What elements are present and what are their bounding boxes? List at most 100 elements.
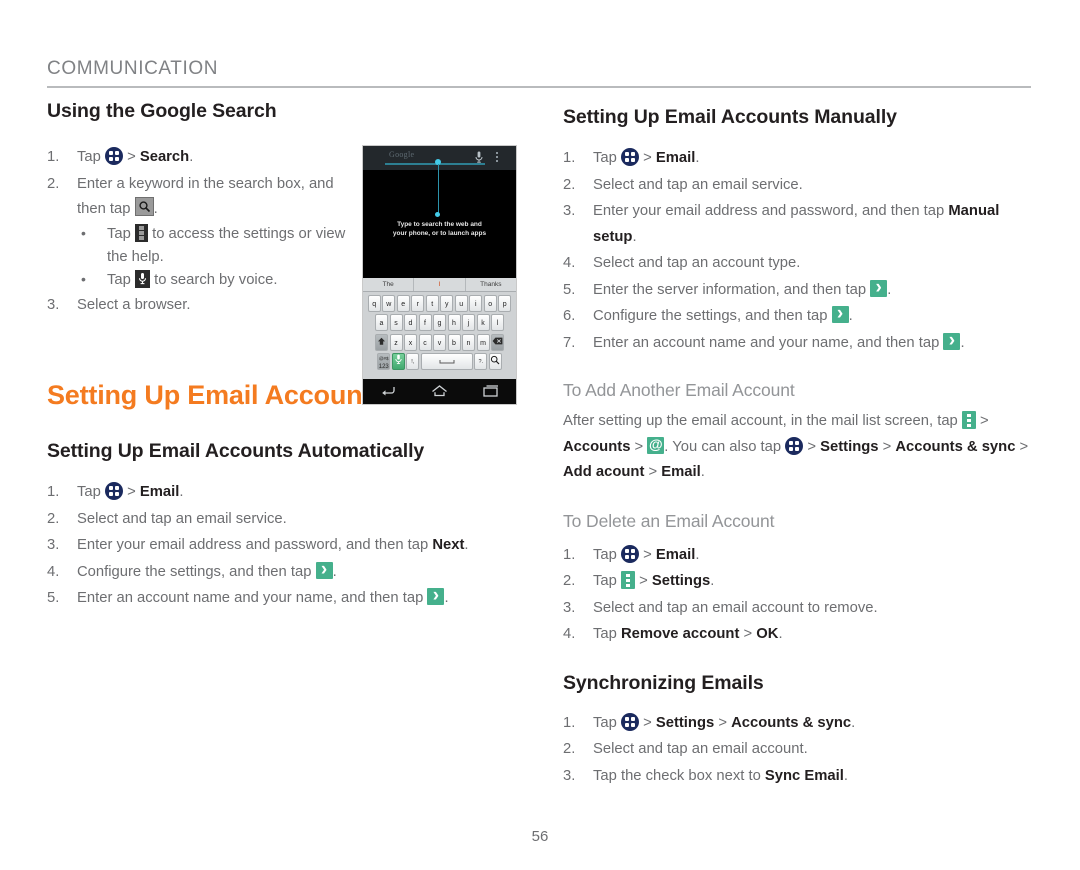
step-text: Select and tap an email account to remov… [593,599,878,616]
step-text: Tap [77,149,105,165]
section-title-email-manual: Setting Up Email Accounts Manually [563,106,897,128]
step-tail: . [848,308,853,324]
list-item: 5. Enter an account name and your name, … [47,583,527,612]
step-number: 2. [563,741,576,757]
step-text: Select and tap an account type. [593,255,801,271]
space-key [420,353,473,370]
phone-cursor-dot-bottom [435,212,440,217]
step-number: 7. [563,334,576,351]
shift-key [375,333,388,351]
step-text: Tap [593,626,621,642]
step-text: Tap [77,484,105,500]
list-item: 1. Tap > Email. [47,480,527,506]
list-item: 4. Select and tap an account type. [563,251,1033,277]
paragraph-add-another-account: After setting up the email account, in t… [563,409,1033,486]
step-tail: . [153,201,158,217]
list-item: 3. Tap the check box next to Sync Email. [563,764,1033,790]
key: b [447,333,461,351]
step-bold-sync-email: Sync Email [764,767,844,784]
suggestion-item: Thanks [480,281,502,288]
step-bold-label: Search [139,149,190,165]
step-text: Tap the check box next to [593,767,765,784]
key: t [425,294,439,312]
next-arrow-icon [943,328,961,353]
period-key: ?. [474,353,488,370]
step-text: Enter your email address and password, a… [77,537,433,553]
list-item: 7. Enter an account name and your name, … [563,328,1033,357]
phone-hint-line-1: Type to search the web and [397,221,482,228]
step-tail: . [695,546,700,563]
step-number: 3. [563,203,576,219]
key: r [411,294,425,312]
list-item: 1. Tap > Search. [47,145,347,171]
paragraph-tail: . [700,464,705,480]
step-tail: . [843,767,849,784]
paragraph-separator-4: > [878,438,896,455]
manual-page: COMMUNICATION Using the Google Search 1.… [0,0,1080,870]
step-text: Configure the settings, and then tap [593,308,832,324]
step-tail: . [632,228,637,245]
list-item: 3. Enter your email address and password… [563,199,1033,250]
paragraph-bold-add-account: Add acount [563,464,645,480]
steps-email-automatic: 1. Tap > Email. 2. Select and tap an ema… [47,480,527,612]
numeric-key-symbols: @#$ [378,356,389,361]
right-column: Setting Up Email Accounts Manually 1. Ta… [563,100,1033,790]
list-item: 6. Configure the settings, and then tap … [563,301,1033,330]
step-tail: . [887,281,892,298]
list-item: 2. Tap > Settings. [563,569,1033,595]
list-item: 3. Select and tap an email account to re… [563,596,1033,622]
step-number: 6. [563,308,576,324]
bullet-dot: • [81,224,86,241]
phone-hint-text: Type to search the web and your phone, o… [363,220,516,238]
keyboard-row-2: a s d f g h j k l [363,314,516,331]
step-number: 1. [563,150,576,166]
step-number: 4. [563,255,576,271]
step-tail: . [695,150,700,166]
bullet-dot: • [81,270,86,287]
numeric-key: @#$ 123 [377,353,391,370]
next-arrow-icon [870,275,888,300]
section-title-synchronizing-emails: Synchronizing Emails [563,671,764,694]
list-item: 1. Tap > Email. [563,543,1033,569]
step-number: 2. [47,510,60,527]
step-number: 5. [563,281,576,298]
key: u [454,294,468,312]
step-bold-remove-account: Remove account [620,626,740,642]
phone-voice-search-icon [475,151,483,166]
step-tail: . [464,537,469,553]
step-number: 1. [563,546,576,563]
voice-input-key [391,353,405,370]
steps-synchronizing-emails: 1. Tap > Settings > Accounts & sync. 2. … [563,711,1033,790]
step-number: 1. [47,149,60,165]
key: l [491,314,504,331]
step-separator: > [122,484,140,500]
step-number: 2. [47,175,60,192]
step-number: 4. [563,626,576,642]
step-number: 3. [563,599,576,616]
paragraph-bold-email: Email [661,464,701,480]
list-item: 3. Select a browser. [47,293,347,319]
key: c [418,333,432,351]
step-tail: . [851,714,856,731]
apps-icon [785,436,804,455]
list-item: 1. Tap > Settings > Accounts & sync. [563,711,1033,737]
paragraph-separator-3: > [803,438,821,455]
step-text: Tap [593,714,621,731]
step-bold-ok: OK [756,626,779,642]
step-text: Select and tap an email account. [593,741,808,757]
backspace-key [491,333,504,351]
overflow-menu-dark-icon [134,223,148,242]
step-number: 3. [47,296,60,313]
step-separator: > [739,626,757,642]
key: y [440,294,454,312]
step-text: Enter the server information, and then t… [593,281,871,298]
key: a [375,314,388,331]
step-number: 1. [563,714,576,731]
key: v [433,333,446,351]
phone-overflow-menu-icon [496,152,498,164]
paragraph-separator-5: > [1015,438,1029,455]
apps-icon [620,148,639,166]
key: f [418,314,432,331]
phone-keyboard: The I Thanks q w e r t y u i o p a s d f [363,278,516,379]
suggestion-item: I [414,278,466,291]
